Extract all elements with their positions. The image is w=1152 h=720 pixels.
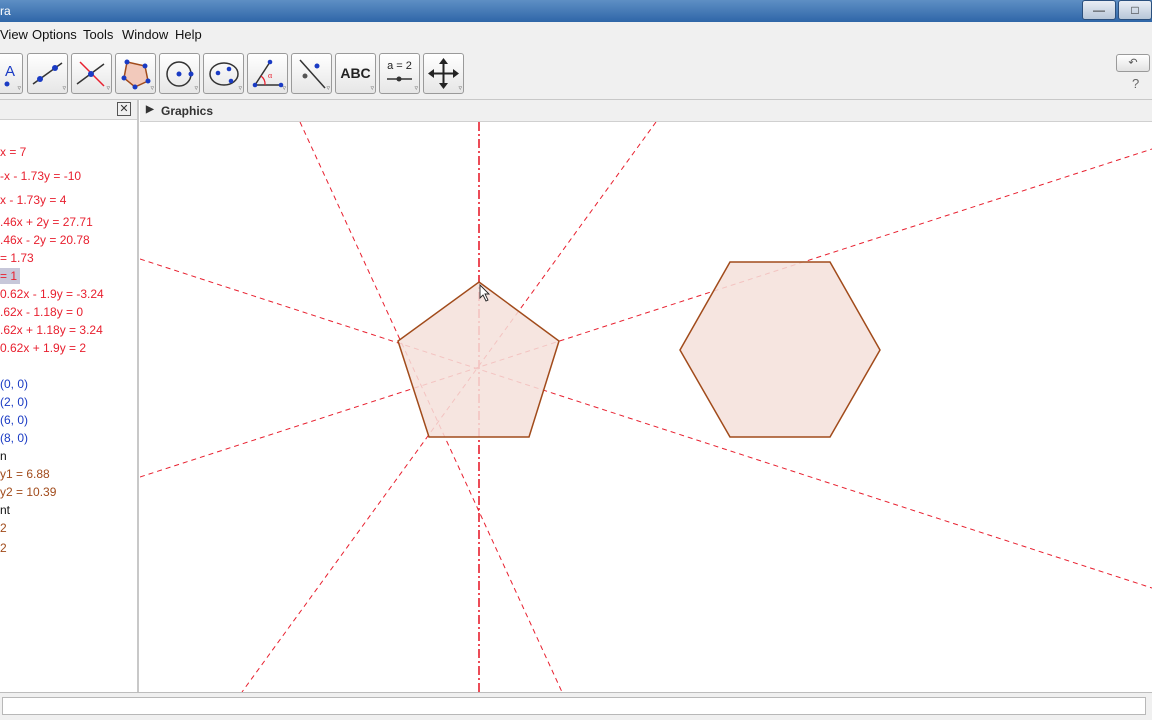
polygon-icon: [121, 59, 151, 90]
algebra-row[interactable]: 2: [0, 540, 7, 556]
window-title: ra: [0, 4, 11, 18]
svg-text:A: A: [5, 63, 15, 80]
algebra-row[interactable]: (8, 0): [0, 430, 28, 446]
text-tool-label: ABC: [340, 65, 371, 81]
algebra-view: ✕ x = 7 -x - 1.73y = -10 x - 1.73y = 4 .…: [0, 100, 139, 692]
menu-tools[interactable]: Tools: [83, 27, 113, 42]
maximize-button[interactable]: □: [1118, 0, 1152, 20]
tool-move-graphics[interactable]: ▿: [423, 53, 464, 94]
algebra-row[interactable]: 2: [0, 520, 7, 536]
algebra-row[interactable]: 0.62x - 1.9y = -3.24: [0, 286, 104, 302]
title-bar: ra — □: [0, 0, 1152, 22]
tool-line[interactable]: ▿: [27, 53, 68, 94]
tool-reflect[interactable]: ▿: [291, 53, 332, 94]
reflect-line-icon: [299, 59, 326, 89]
algebra-row[interactable]: .62x - 1.18y = 0: [0, 304, 83, 320]
algebra-row[interactable]: = 1.73: [0, 250, 34, 266]
graphics-drawing[interactable]: [140, 122, 1152, 692]
tool-angle[interactable]: α ▿: [247, 53, 288, 94]
input-field[interactable]: [2, 697, 1146, 715]
circle-center-point-icon: [166, 61, 194, 87]
graphics-view-title: Graphics: [161, 104, 214, 118]
algebra-row[interactable]: y2 = 10.39: [0, 484, 56, 500]
menu-view[interactable]: View: [0, 27, 28, 42]
algebra-row[interactable]: .62x + 1.18y = 3.24: [0, 322, 103, 338]
toolbar: A ▿ ▿ ▿ ▿ ▿ ▿ α ▿ ▿ ABC ▿ a = 2 ▿ ▿: [0, 46, 1152, 100]
window-controls: — □: [1080, 0, 1152, 20]
algebra-row[interactable]: -x - 1.73y = -10: [0, 168, 81, 184]
symmetry-line[interactable]: [140, 258, 1152, 589]
algebra-row-selected[interactable]: = 1: [0, 268, 21, 284]
symmetry-line[interactable]: [140, 148, 1152, 478]
algebra-row[interactable]: 0.62x + 1.9y = 2: [0, 340, 86, 356]
undo-button[interactable]: ↶: [1116, 54, 1150, 72]
graphics-view-header: ▶ Graphics: [140, 100, 1152, 122]
pentagon[interactable]: [397, 281, 560, 438]
ellipse-icon: [209, 62, 239, 86]
algebra-row[interactable]: .46x + 2y = 27.71: [0, 214, 93, 230]
help-button[interactable]: ?: [1132, 76, 1139, 91]
menu-bar: View Options Tools Window Help: [0, 22, 1152, 46]
hexagon[interactable]: [679, 261, 881, 438]
graphics-canvas[interactable]: [140, 122, 1152, 692]
slider-icon: [387, 76, 412, 82]
tool-circle[interactable]: ▿: [159, 53, 200, 94]
algebra-row[interactable]: y1 = 6.88: [0, 466, 50, 482]
algebra-row[interactable]: (0, 0): [0, 376, 28, 392]
move-arrows-icon: [428, 58, 459, 89]
input-bar: [0, 692, 1152, 720]
tool-slider[interactable]: a = 2 ▿: [379, 53, 420, 94]
tool-perpendicular[interactable]: ▿: [71, 53, 112, 94]
algebra-row[interactable]: x - 1.73y = 4: [0, 192, 66, 208]
minimize-button[interactable]: —: [1082, 0, 1116, 20]
menu-options[interactable]: Options: [32, 27, 77, 42]
algebra-row[interactable]: (6, 0): [0, 412, 28, 428]
algebra-row[interactable]: x = 7: [0, 144, 26, 160]
menu-window[interactable]: Window: [122, 27, 168, 42]
algebra-view-header: ✕: [0, 100, 137, 120]
algebra-row[interactable]: n: [0, 448, 7, 464]
angle-icon: α: [252, 59, 284, 88]
expand-arrow-icon[interactable]: ▶: [146, 104, 154, 115]
tool-text[interactable]: ABC ▿: [335, 53, 376, 94]
close-view-icon[interactable]: ✕: [117, 102, 131, 116]
algebra-row[interactable]: .46x - 2y = 20.78: [0, 232, 90, 248]
menu-help[interactable]: Help: [175, 27, 202, 42]
tool-point[interactable]: A ▿: [0, 53, 23, 94]
algebra-row[interactable]: nt: [0, 502, 10, 518]
tool-polygon[interactable]: ▿: [115, 53, 156, 94]
perpendicular-line-icon: [76, 61, 105, 87]
svg-text:α: α: [268, 71, 273, 80]
algebra-row[interactable]: (2, 0): [0, 394, 28, 410]
line-icon: [32, 62, 63, 85]
tool-ellipse[interactable]: ▿: [203, 53, 244, 94]
